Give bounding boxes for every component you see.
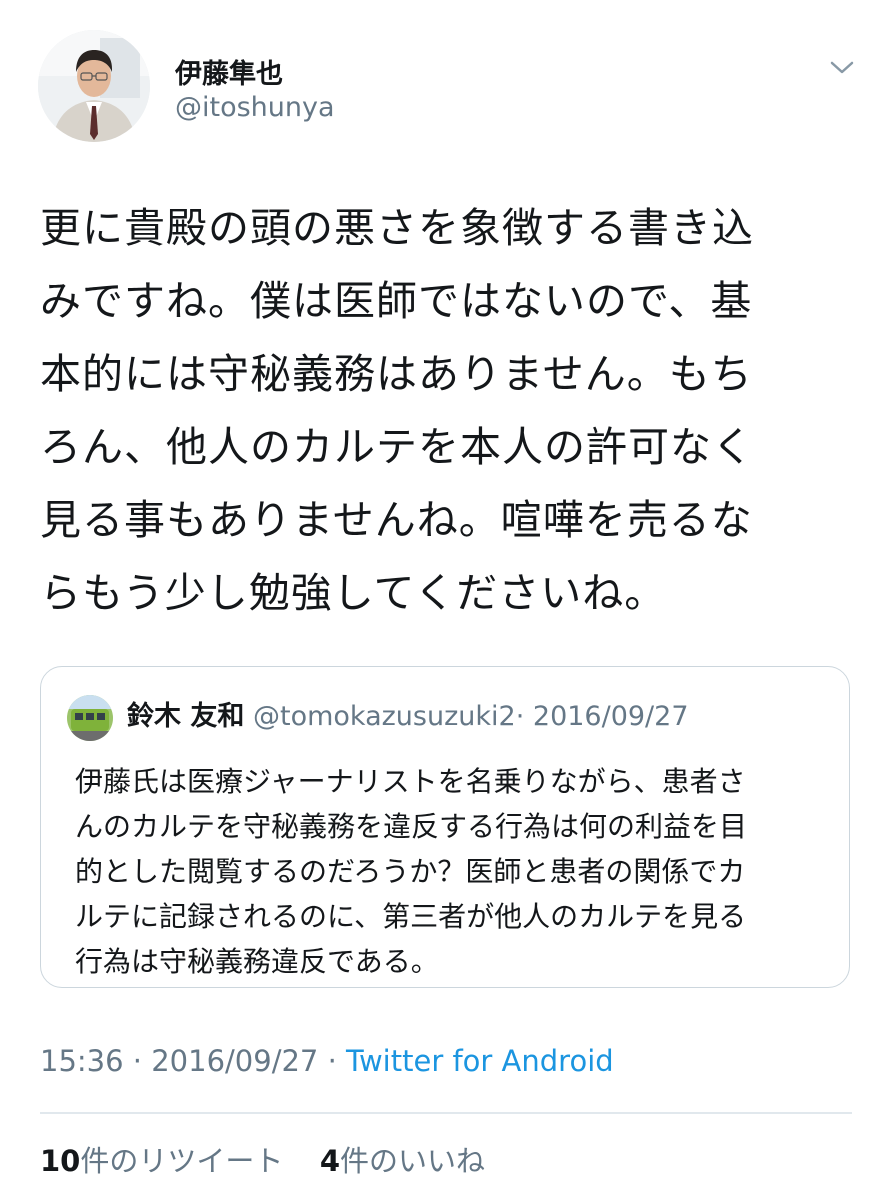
tweet-text: 更に貴殿の頭の悪さを象徴する書き込 みですね。僕は医師ではないので、基 本的には… [40, 192, 855, 630]
tweet-text-line: ろん、他人のカルテを本人の許可なく [40, 423, 754, 471]
tweet-menu-button[interactable] [824, 50, 860, 86]
quoted-tweet-date: 2016/09/27 [532, 701, 689, 732]
tweet-stats: 10件のリツイート 4件のいいね [40, 1138, 485, 1180]
tweet-time[interactable]: 15:36 [40, 1044, 124, 1078]
quoted-tweet-text: 伊藤氏は医療ジャーナリストを名乗りながら、患者さ んのカルテを守秘義務を違反する… [75, 759, 835, 984]
tweet-text-line: 本的には守秘義務はありません。もち [40, 350, 753, 398]
quoted-meta-separator: · [515, 701, 525, 732]
likes-stat[interactable]: 4件のいいね [320, 1144, 485, 1178]
tweet-text-line: みですね。僕は医師ではないので、基 [40, 277, 753, 325]
likes-count: 4 [319, 1144, 340, 1178]
quoted-text-line: 行為は守秘義務違反である。 [75, 945, 439, 978]
quoted-author-avatar[interactable] [67, 695, 113, 741]
retweets-count: 10 [40, 1144, 81, 1178]
quoted-text-line: 伊藤氏は医療ジャーナリストを名乗りながら、患者さ [75, 765, 746, 798]
retweets-stat[interactable]: 10件のリツイート [40, 1144, 283, 1178]
tweet-text-line: 更に貴殿の頭の悪さを象徴する書き込 [40, 204, 754, 252]
quoted-text-line: ルテに記録されるのに、第三者が他人のカルテを見る [75, 900, 747, 933]
retweets-label: 件のリツイート [80, 1144, 284, 1178]
author-avatar[interactable] [38, 30, 150, 142]
author-avatar-image [38, 30, 150, 142]
meta-separator: · [132, 1044, 143, 1078]
tweet-source-link[interactable]: Twitter for Android [346, 1044, 614, 1078]
tweet-text-line: らもう少し勉強してくださいね。 [40, 569, 667, 617]
likes-label: 件のいいね [340, 1144, 486, 1178]
author-handle[interactable]: @itoshunya [175, 92, 335, 123]
quoted-text-line: んのカルテを守秘義務を違反する行為は何の利益を目 [75, 810, 748, 843]
quoted-text-line: 的とした閲覧するのだろうか？医師と患者の関係でカ [75, 855, 746, 888]
quoted-tweet-header: 鈴木 友和 @tomokazusuzuki2· 2016/09/27 [127, 697, 689, 737]
tweet-text-line: 見る事もありませんね。喧嘩を売るな [40, 496, 753, 544]
divider [40, 1112, 852, 1114]
chevron-down-icon [830, 61, 854, 74]
tweet-meta: 15:36 · 2016/09/27 · Twitter for Android [40, 1044, 614, 1078]
quoted-tweet-card[interactable]: 鈴木 友和 @tomokazusuzuki2· 2016/09/27 伊藤氏は医… [40, 666, 850, 988]
meta-separator: · [327, 1044, 337, 1078]
quoted-author-avatar-image [67, 695, 113, 741]
quoted-author-name: 鈴木 友和 [127, 701, 245, 732]
quoted-author-handle: @tomokazusuzuki2 [253, 701, 516, 732]
author-display-name[interactable]: 伊藤隼也 [175, 52, 283, 91]
tweet-date[interactable]: 2016/09/27 [151, 1044, 318, 1078]
